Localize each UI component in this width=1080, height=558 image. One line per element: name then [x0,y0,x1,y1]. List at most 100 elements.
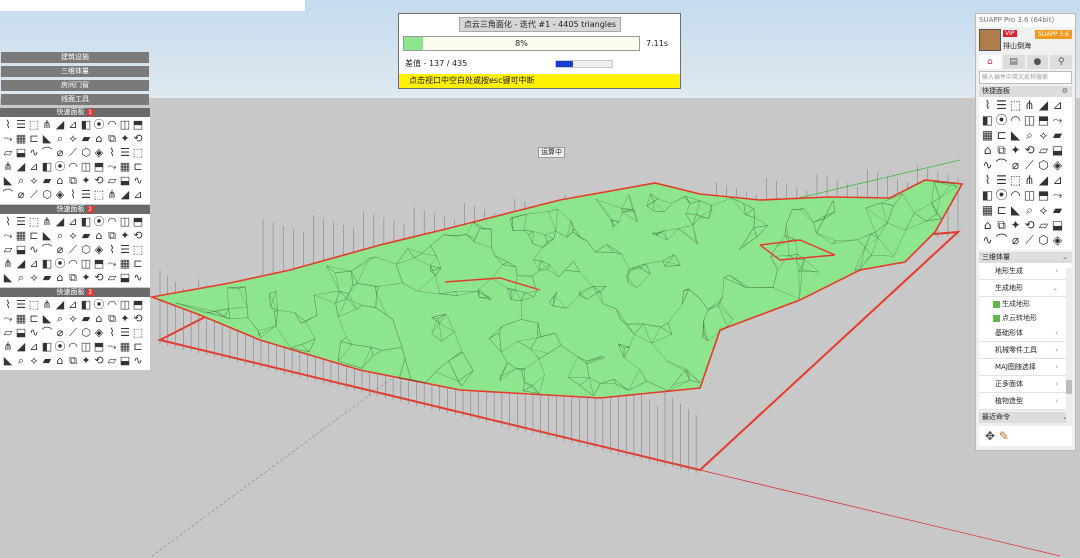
tool-icon[interactable]: ◧ [41,161,53,173]
modify-tool-icon[interactable]: ⋔ [41,299,53,311]
modify-tool-icon[interactable]: ✦ [80,355,92,367]
curve-tool-icon[interactable]: ⊏ [132,258,144,270]
tool-icon[interactable]: ⋔ [106,189,118,201]
modify-tool-icon[interactable]: ⊏ [28,313,40,325]
quick-tool-icon[interactable]: ⊏ [995,204,1008,217]
tool-icon[interactable]: ⌒ [41,147,53,159]
tool-icon[interactable]: ⬚ [132,147,144,159]
submenu-item-pointcloud[interactable]: 点云转地形 [979,311,1072,325]
curve-tool-icon[interactable]: ▰ [41,272,53,284]
tool-icon[interactable]: ▰ [41,175,53,187]
quick-tool-icon[interactable]: ◠ [1009,114,1022,127]
curve-tool-icon[interactable]: ✦ [80,272,92,284]
curve-tool-icon[interactable]: ◣ [2,272,14,284]
tool-icon[interactable]: ☰ [119,147,131,159]
modify-tool-icon[interactable]: ⧉ [67,355,79,367]
curve-tool-icon[interactable]: ∿ [132,272,144,284]
tool-icon[interactable]: ⌕ [15,175,27,187]
modify-tool-icon[interactable]: ◈ [93,327,105,339]
modify-tool-icon[interactable]: ◠ [106,299,118,311]
curve-tool-icon[interactable]: ⬡ [80,244,92,256]
quick-tool-icon[interactable]: ⌇ [981,174,994,187]
modify-tool-icon[interactable]: ⦿ [54,341,66,353]
tool-icon[interactable]: ☰ [80,189,92,201]
recent-section[interactable]: 最近命令⌄ [979,412,1072,423]
modify-tool-icon[interactable]: ⟋ [67,327,79,339]
tool-icon[interactable]: ◠ [67,161,79,173]
modify-tool-icon[interactable]: ∿ [132,355,144,367]
curve-tool-icon[interactable]: ◫ [80,258,92,270]
tool-icon[interactable]: ⌀ [54,147,66,159]
quick-tool-icon[interactable]: ⤳ [1051,189,1064,202]
curve-tool-icon[interactable]: ⌕ [54,230,66,242]
curve-tool-icon[interactable]: ◠ [67,258,79,270]
terrain-section[interactable]: 三维体量 ⌄ [979,252,1072,263]
quick-tool-icon[interactable]: ▰ [1051,204,1064,217]
tool-icon[interactable]: ◣ [41,133,53,145]
tool-icon[interactable]: ⊏ [28,133,40,145]
quick-tool-icon[interactable]: ▱ [1037,144,1050,157]
tool-icon[interactable]: ▱ [106,175,118,187]
quick-tool-icon[interactable]: ⧉ [995,219,1008,232]
quick-tool-icon[interactable]: ⦿ [995,114,1008,127]
tool-icon[interactable]: ⤳ [106,161,118,173]
tool-icon[interactable]: ⌂ [93,133,105,145]
quick-tool-icon[interactable]: ◈ [1051,234,1064,247]
move-icon[interactable]: ✥ [985,429,995,443]
tool-icon[interactable]: ⌂ [54,175,66,187]
modify-tool-icon[interactable]: ⤳ [2,313,14,325]
quick-tool-icon[interactable]: ⟡ [1037,129,1050,142]
modify-tool-icon[interactable]: ▦ [15,313,27,325]
tool-icon[interactable]: ⌇ [2,119,14,131]
curve-tool-icon[interactable]: ⤳ [106,258,118,270]
quick-tool-icon[interactable]: ✦ [1009,144,1022,157]
quick-tool-icon[interactable]: ◣ [1009,129,1022,142]
tool-icon[interactable]: ◢ [119,189,131,201]
modify-tool-icon[interactable]: ⦿ [93,299,105,311]
tool-icon[interactable]: ◧ [80,119,92,131]
tool-icon[interactable]: ⊿ [28,161,40,173]
menu-item-maj[interactable]: MAJ图随选择 › [979,359,1072,376]
curve-tool-icon[interactable]: ⟲ [93,272,105,284]
modify-tool-icon[interactable]: ⬚ [132,327,144,339]
curve-tool-icon[interactable]: ⬒ [132,216,144,228]
tool-icon[interactable]: ▰ [80,133,92,145]
curve-tool-icon[interactable]: ⦿ [54,258,66,270]
curve-tool-icon[interactable]: ⦿ [93,216,105,228]
quick-tool-icon[interactable]: ⬡ [1037,234,1050,247]
tool-icon[interactable]: ◢ [15,161,27,173]
tool-icon[interactable]: ⬚ [93,189,105,201]
curve-tool-icon[interactable]: ◧ [41,258,53,270]
quick-tool-icon[interactable]: ⌕ [1023,129,1036,142]
curve-tool-icon[interactable]: ▦ [119,258,131,270]
quick-tool-icon[interactable]: ⌒ [995,234,1008,247]
tool-icon[interactable]: ∿ [28,147,40,159]
quick-tool-icon[interactable]: ⊿ [1051,174,1064,187]
tool-icon[interactable]: ⬡ [80,147,92,159]
curve-tool-icon[interactable]: ⧉ [67,272,79,284]
tool-icon[interactable]: ◣ [2,175,14,187]
tool-icon[interactable]: ⊿ [67,119,79,131]
modify-tool-icon[interactable]: ◧ [80,299,92,311]
modify-tool-icon[interactable]: ◣ [41,313,53,325]
modify-tool-icon[interactable]: ▰ [41,355,53,367]
modify-tool-icon[interactable]: ⊏ [132,341,144,353]
tool-icon[interactable]: ⟲ [132,133,144,145]
quick-tool-icon[interactable]: ✦ [1009,219,1022,232]
menu-item-basic-shapes[interactable]: 基础形体 › [979,325,1072,342]
curve-tool-icon[interactable]: ⌕ [15,272,27,284]
curve-tool-icon[interactable]: ◈ [93,244,105,256]
curve-tool-icon[interactable]: ✦ [119,230,131,242]
modify-tool-icon[interactable]: ⬡ [80,327,92,339]
modify-tool-icon[interactable]: ⬓ [15,327,27,339]
modify-tool-icon[interactable]: ◫ [119,299,131,311]
curve-tool-icon[interactable]: ⊏ [28,230,40,242]
curve-tool-icon[interactable]: ⬚ [28,216,40,228]
curve-tool-icon[interactable]: ⌇ [106,244,118,256]
curve-tool-icon[interactable]: ⌂ [93,230,105,242]
pencil-icon[interactable]: ✎ [999,429,1009,443]
quick-tool-icon[interactable]: ⬚ [1009,174,1022,187]
tool-icon[interactable]: ⊿ [132,189,144,201]
tool-icon[interactable]: ⟲ [93,175,105,187]
tool-icon[interactable]: ✦ [80,175,92,187]
